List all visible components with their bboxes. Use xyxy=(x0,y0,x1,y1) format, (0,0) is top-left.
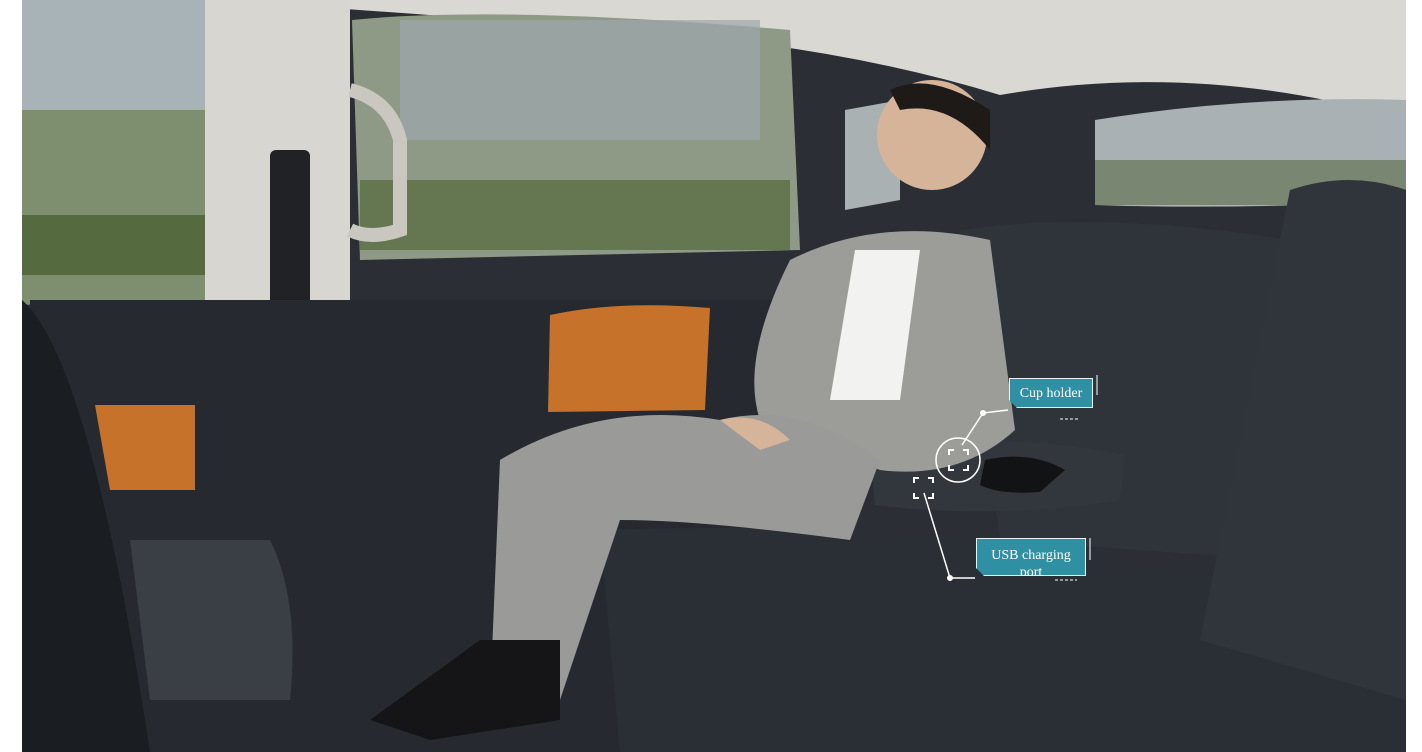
callout-cup-holder: Cup holder xyxy=(1009,378,1093,408)
callout-usb-label-line1: USB charging xyxy=(991,548,1071,563)
callout-cup-holder-label: Cup holder xyxy=(1019,385,1083,401)
door-orange-insert xyxy=(548,305,710,412)
car-interior-illustration xyxy=(22,0,1406,752)
car-interior-photo xyxy=(22,0,1406,752)
callout-usb-charging-port: USB charging port xyxy=(976,538,1086,576)
